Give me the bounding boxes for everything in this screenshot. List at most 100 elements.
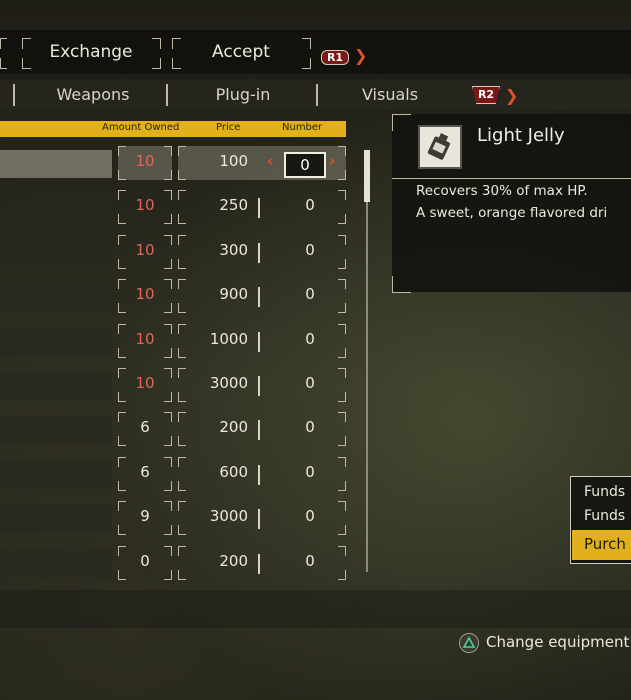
chevron-right-icon[interactable]: ❯	[354, 46, 367, 65]
change-equipment-hint: Change equipment.	[486, 633, 631, 651]
amount-owned: 6	[140, 462, 150, 481]
item-name-cell[interactable]	[0, 460, 112, 489]
table-row[interactable]: 10 100 ‹ 0 ›	[0, 146, 346, 180]
amount-owned: 10	[135, 329, 155, 348]
chevron-right-icon[interactable]: ❯	[505, 86, 518, 105]
price: 200	[219, 418, 248, 437]
divider	[258, 420, 260, 441]
cell-bracket	[178, 347, 186, 358]
cell-bracket	[164, 569, 172, 580]
item-name-cell[interactable]	[0, 505, 112, 534]
header-number: Number	[282, 122, 323, 133]
cell-bracket	[338, 545, 346, 556]
r1-button-icon[interactable]: R1	[321, 50, 349, 65]
tab-divider	[316, 84, 318, 106]
table-row[interactable]: 10 3000 0	[0, 368, 346, 402]
triangle-button-icon[interactable]	[459, 633, 479, 653]
quantity-value[interactable]: 0	[290, 552, 330, 570]
quantity-value[interactable]: 0	[290, 374, 330, 392]
divider	[258, 242, 260, 263]
cell-bracket	[338, 569, 346, 580]
table-row[interactable]: 10 900 0	[0, 279, 346, 314]
tab-weapons[interactable]: Weapons	[20, 82, 166, 108]
cell-bracket	[338, 323, 346, 334]
amount-owned: 10	[135, 240, 155, 259]
cell-bracket	[118, 569, 126, 580]
cell-bracket	[338, 501, 346, 512]
price: 900	[219, 285, 248, 304]
cell-bracket	[178, 525, 186, 536]
table-row[interactable]: 10 250 0	[0, 190, 346, 225]
scrollbar-thumb[interactable]	[364, 150, 370, 202]
item-name-cell[interactable]	[0, 549, 112, 578]
tab-bracket	[152, 58, 161, 69]
funds-label: Funds	[584, 484, 626, 500]
cell-bracket	[178, 480, 186, 491]
price: 3000	[209, 507, 248, 526]
cell-bracket	[118, 347, 126, 358]
header-price: Price	[216, 122, 241, 133]
quantity-value[interactable]: 0	[290, 241, 330, 259]
table-row[interactable]: 0 200 0	[0, 545, 346, 580]
item-name-cell[interactable]	[0, 238, 112, 267]
table-row[interactable]: 10 300 0	[0, 234, 346, 269]
quantity-value[interactable]: 0	[290, 507, 330, 525]
purchase-label: Purch	[584, 535, 626, 553]
cell-bracket	[338, 190, 346, 201]
quantity-stepper[interactable]: 0	[284, 152, 326, 178]
increase-arrow-icon[interactable]: ›	[329, 152, 335, 170]
tab-exchange[interactable]: Exchange	[30, 38, 152, 66]
item-name-cell[interactable]	[0, 283, 112, 312]
table-row[interactable]: 6 600 0	[0, 456, 346, 491]
cell-bracket	[338, 436, 346, 447]
tab-bracket	[302, 58, 311, 69]
item-description-line: Recovers 30% of max HP.	[416, 183, 588, 199]
tab-divider	[166, 84, 168, 106]
amount-owned: 10	[135, 285, 155, 304]
cell-bracket	[164, 170, 172, 180]
item-name-cell[interactable]	[0, 194, 112, 223]
cell-bracket	[178, 258, 186, 269]
cell-bracket	[164, 525, 172, 536]
tab-accept[interactable]: Accept	[180, 38, 302, 66]
divider	[258, 509, 260, 530]
decrease-arrow-icon[interactable]: ‹	[267, 152, 273, 170]
cell-bracket	[164, 392, 172, 402]
quantity-value[interactable]: 0	[290, 196, 330, 214]
price: 250	[219, 196, 248, 215]
cell-bracket	[338, 303, 346, 314]
item-name-cell[interactable]	[0, 150, 112, 178]
tab-plug-in[interactable]: Plug-in	[170, 82, 316, 108]
divider	[258, 553, 260, 574]
quantity-value[interactable]: 0	[290, 418, 330, 436]
tab-visuals[interactable]: Visuals	[320, 82, 460, 108]
cell-bracket	[338, 279, 346, 290]
item-name-cell[interactable]	[0, 416, 112, 445]
divider	[258, 287, 260, 308]
r2-button-icon[interactable]: R2	[472, 86, 500, 104]
table-row[interactable]: 9 3000 0	[0, 501, 346, 536]
quantity-value[interactable]: 0	[290, 330, 330, 348]
divider	[258, 198, 260, 219]
item-name-cell[interactable]	[0, 372, 112, 400]
table-row[interactable]: 6 200 0	[0, 412, 346, 447]
cell-bracket	[338, 392, 346, 402]
quantity-value[interactable]: 0	[290, 285, 330, 303]
cell-bracket	[338, 412, 346, 423]
cell-bracket	[178, 569, 186, 580]
cell-bracket	[164, 214, 172, 225]
scrollbar-track[interactable]	[366, 150, 368, 572]
item-name-cell[interactable]	[0, 327, 112, 356]
divider	[392, 178, 631, 179]
table-row[interactable]: 10 1000 0	[0, 323, 346, 358]
purchase-button[interactable]: Purch	[572, 530, 631, 560]
quantity-value[interactable]: 0	[290, 463, 330, 481]
cell-bracket	[338, 480, 346, 491]
cell-bracket	[338, 234, 346, 245]
tab-bracket	[302, 38, 311, 49]
amount-owned: 6	[140, 418, 150, 437]
cell-bracket	[118, 258, 126, 269]
price: 3000	[209, 374, 248, 392]
item-name: Light Jelly	[477, 125, 565, 146]
panel-bracket	[392, 276, 411, 293]
